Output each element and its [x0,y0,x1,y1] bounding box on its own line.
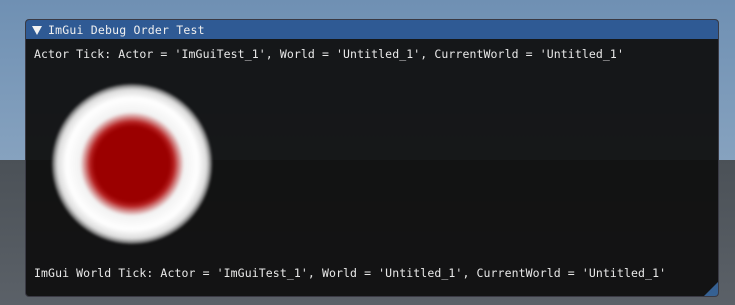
window-title: ImGui Debug Order Test [48,22,205,37]
window-content: Actor Tick: Actor = 'ImGuiTest_1', World… [26,39,718,296]
resize-grip[interactable] [704,282,718,296]
triangle-down-icon[interactable] [32,25,42,35]
imgui-debug-window[interactable]: ImGui Debug Order Test Actor Tick: Actor… [25,19,719,297]
actor-tick-log: Actor Tick: Actor = 'ImGuiTest_1', World… [34,47,624,61]
target-marker-icon [52,84,212,244]
world-tick-log: ImGui World Tick: Actor = 'ImGuiTest_1',… [34,266,667,280]
window-title-bar[interactable]: ImGui Debug Order Test [26,20,718,39]
